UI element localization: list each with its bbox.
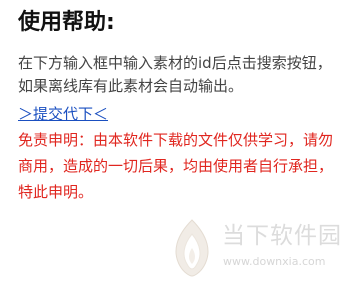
- submit-request-link[interactable]: ＞提交代下＜: [18, 104, 108, 124]
- help-panel: 使用帮助: 在下方输入框中输入素材的id后点击搜索按钮， 如果离线库有此素材会自…: [0, 0, 364, 289]
- help-description: 在下方输入框中输入素材的id后点击搜索按钮， 如果离线库有此素材会自动输出。: [18, 52, 348, 98]
- watermark-url: www.downxia.com: [223, 255, 326, 268]
- help-description-line: 在下方输入框中输入素材的id后点击搜索按钮，: [18, 54, 332, 72]
- watermark-brand: 当下软件园: [222, 223, 342, 249]
- disclaimer-line: 商用，造成的一切后果，均由使用者自行承担，: [18, 157, 334, 175]
- watermark: 当下软件园 www.downxia.com: [0, 210, 364, 289]
- watermark-logo-icon: [175, 219, 209, 277]
- disclaimer-line: 免责申明：由本软件下载的文件仅供学习，请勿: [18, 131, 334, 149]
- help-title: 使用帮助:: [18, 10, 115, 35]
- disclaimer-text: 免责申明：由本软件下载的文件仅供学习，请勿 商用，造成的一切后果，均由使用者自行…: [18, 127, 354, 205]
- disclaimer-line: 特此申明。: [18, 183, 94, 201]
- help-description-line: 如果离线库有此素材会自动输出。: [18, 77, 244, 95]
